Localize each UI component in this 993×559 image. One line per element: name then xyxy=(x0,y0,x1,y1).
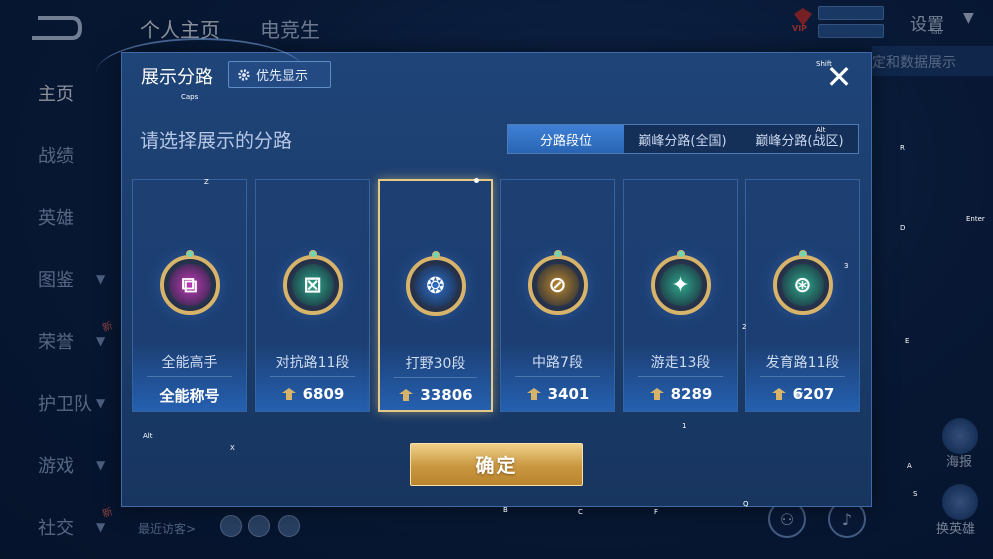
power-icon xyxy=(281,388,296,400)
lane-name: 对抗路11段 xyxy=(275,355,350,371)
tab-peak-lane-national[interactable]: 巅峰分路(全国) xyxy=(624,125,741,153)
key-hint-label: 1 xyxy=(682,422,687,430)
divider xyxy=(394,377,477,378)
lane-score: 3401 xyxy=(501,385,614,403)
badge-glyph: ⊘ xyxy=(536,264,579,306)
key-hint-label: Enter xyxy=(966,215,985,223)
lane-score: 6809 xyxy=(256,385,369,403)
key-hint-label: R xyxy=(900,144,905,152)
key-hint-label: E xyxy=(905,337,910,345)
lane-card[interactable]: ✦ 游走13段 8289 xyxy=(623,179,738,412)
confirm-button[interactable]: 确定 xyxy=(410,443,583,486)
rank-badge-icon: ⊘ xyxy=(512,240,603,330)
gear-icon xyxy=(238,68,250,81)
lane-score-value: 全能称号 xyxy=(159,387,220,405)
lane-score: 全能称号 xyxy=(133,385,246,406)
dialog-title: 展示分路 xyxy=(141,67,213,88)
key-hint-label: Alt xyxy=(143,432,153,440)
badge-glyph: ✦ xyxy=(659,264,702,306)
key-hint-label: X xyxy=(230,444,235,452)
power-icon xyxy=(399,389,414,401)
divider xyxy=(760,376,845,377)
rank-badge-icon: ✦ xyxy=(635,240,726,330)
lane-card[interactable]: ❂ 打野30段 33806 xyxy=(378,178,493,412)
power-icon xyxy=(771,388,786,400)
lane-type-tabs: 分路段位 巅峰分路(全国) 巅峰分路(战区) xyxy=(507,124,859,154)
lane-card[interactable]: ⊛ 发育路11段 6207 xyxy=(745,179,860,412)
key-hint-label: 3 xyxy=(844,262,849,270)
key-hint-label: Z xyxy=(204,178,209,186)
key-hint-label: F xyxy=(654,508,659,516)
lane-card[interactable]: ⊘ 中路7段 3401 xyxy=(500,179,615,412)
key-hint-label: Q xyxy=(743,500,749,508)
key-hint-label: S xyxy=(913,490,918,498)
lane-score-value: 8289 xyxy=(670,385,713,403)
priority-display-label: 优先显示 xyxy=(256,69,309,84)
key-hint-label: Alt xyxy=(816,126,826,134)
power-icon xyxy=(526,388,541,400)
lane-score-value: 33806 xyxy=(420,386,473,404)
lane-score-value: 3401 xyxy=(547,385,590,403)
lane-name: 游走13段 xyxy=(650,355,711,371)
divider xyxy=(147,376,232,377)
key-hint-label: A xyxy=(907,462,912,470)
dialog-subtitle: 请选择展示的分路 xyxy=(140,130,293,152)
key-hint-label: D xyxy=(900,224,906,232)
priority-display-button[interactable]: 优先显示 xyxy=(228,61,331,88)
key-hint-label: Caps xyxy=(181,93,199,101)
lane-score-value: 6809 xyxy=(302,385,345,403)
badge-glyph: ⧉ xyxy=(168,264,211,306)
lane-card-list: ⧉ 全能高手全能称号 ⊠ 对抗路11段 6809 ❂ 打野30段 33806 ⊘ 中路7段 3401… xyxy=(132,178,860,412)
lane-name: 中路7段 xyxy=(532,355,583,371)
tab-peak-lane-region[interactable]: 巅峰分路(战区) xyxy=(741,125,858,153)
lane-card[interactable]: ⊠ 对抗路11段 6809 xyxy=(255,179,370,412)
rank-badge-icon: ⊠ xyxy=(267,240,358,330)
rank-badge-icon: ⧉ xyxy=(144,240,235,330)
divider xyxy=(515,376,600,377)
divider xyxy=(270,376,355,377)
lane-name: 打野30段 xyxy=(405,356,466,372)
rank-badge-icon: ⊛ xyxy=(757,240,848,330)
badge-glyph: ⊠ xyxy=(291,264,334,306)
key-hint-label: 2 xyxy=(742,323,747,331)
power-icon xyxy=(649,388,664,400)
key-hint-label: Shift xyxy=(816,60,832,68)
divider xyxy=(638,376,723,377)
lane-score: 33806 xyxy=(380,386,491,404)
key-hint-label: B xyxy=(503,506,508,514)
lane-score: 8289 xyxy=(624,385,737,403)
rank-badge-icon: ❂ xyxy=(390,241,481,331)
key-hint-label: W xyxy=(796,391,803,399)
lane-card[interactable]: ⧉ 全能高手全能称号 xyxy=(132,179,247,412)
badge-glyph: ⊛ xyxy=(781,264,824,306)
lane-name: 发育路11段 xyxy=(765,355,840,371)
badge-glyph: ❂ xyxy=(414,265,457,307)
selected-marker xyxy=(474,178,479,183)
tab-lane-rank[interactable]: 分路段位 xyxy=(508,125,624,153)
lane-name: 全能高手 xyxy=(161,355,218,371)
key-hint-label: C xyxy=(578,508,583,516)
